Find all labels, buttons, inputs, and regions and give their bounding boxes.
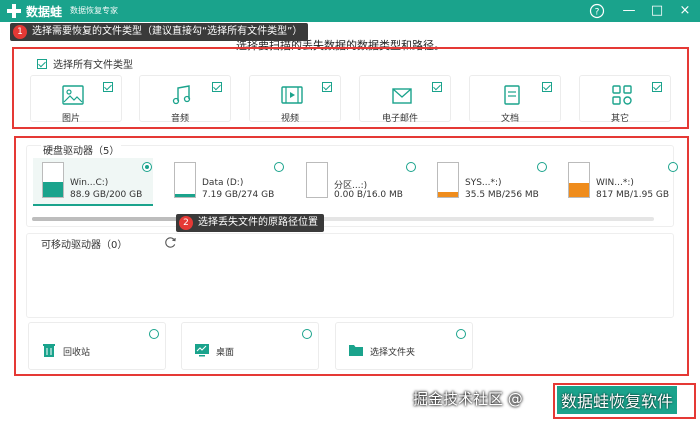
desktop-icon [195,344,209,357]
callout-step-1: 1 选择需要恢复的文件类型（建议直接勾“选择所有文件类型”） [10,23,309,41]
close-button[interactable]: × [676,2,694,20]
drive-scrollbar[interactable] [32,217,654,221]
location-desktop[interactable]: 桌面 [181,322,319,370]
app-logo-icon [7,4,21,18]
location-radio[interactable] [149,329,159,339]
hard-drive-header: 硬盘驱动器（5） [41,142,122,157]
drive-icon [42,162,64,198]
file-type-label: 图片 [61,114,80,124]
help-icon: ? [589,3,605,19]
location-recycle-bin[interactable]: 回收站 [28,322,166,370]
drive-item[interactable]: Win...C:) 88.9 GB/200 GB [42,160,162,205]
drive-size: 817 MB/1.95 GB [596,190,670,200]
location-radio[interactable] [302,329,312,339]
file-type-checkbox[interactable] [103,82,113,92]
drive-name: WIN...*:) [596,178,634,188]
select-all-types[interactable]: 选择所有文件类型 [37,56,133,71]
other-icon [612,85,632,105]
location-choose-folder[interactable]: 选择文件夹 [335,322,473,370]
file-type-other[interactable]: 其它 [579,75,671,124]
drive-usage-fill [438,192,458,197]
location-label: 回收站 [63,348,91,358]
drive-radio[interactable] [537,162,547,172]
file-type-label: 电子邮件 [381,114,418,124]
drive-usage-fill [43,182,63,197]
drive-usage-fill [569,182,589,197]
drive-size: 88.9 GB/200 GB [70,190,143,200]
callout-number: 1 [13,25,27,39]
file-type-video[interactable]: 视频 [249,75,341,124]
drive-icon [568,162,590,198]
image-icon [62,85,84,105]
folder-icon [349,345,363,356]
drive-size: 35.5 MB/256 MB [465,190,539,200]
drive-name: Data (D:) [202,178,244,188]
drive-icon [437,162,459,198]
music-icon [172,85,191,105]
select-all-label: 选择所有文件类型 [53,60,133,71]
drive-icon [306,162,328,198]
file-type-label: 文档 [500,114,519,124]
app-subtitle: 数据恢复专家 [70,6,118,15]
drive-item[interactable]: Data (D:) 7.19 GB/274 GB [174,160,294,205]
maximize-button[interactable]: □ [648,2,666,20]
svg-text:?: ? [595,8,600,18]
file-type-audio[interactable]: 音频 [139,75,231,124]
file-type-label: 视频 [280,114,299,124]
drive-item[interactable]: 分区...:) 0.00 B/16.0 MB [306,160,426,205]
drive-radio[interactable] [668,162,678,172]
drive-radio[interactable] [142,162,152,172]
removable-drive-header: 可移动驱动器（0） [41,240,128,251]
drive-size: 0.00 B/16.0 MB [334,190,403,200]
location-label: 桌面 [216,348,235,358]
minimize-button[interactable]: — [620,2,638,20]
video-icon [281,86,303,104]
scrollbar-thumb[interactable] [32,217,182,221]
file-type-checkbox[interactable] [212,82,222,92]
drive-name: Win...C:) [70,178,109,188]
callout-text: 选择丢失文件的原路径位置 [198,217,318,228]
drive-usage-fill [175,194,195,197]
file-type-checkbox[interactable] [652,82,662,92]
drive-radio[interactable] [406,162,416,172]
callout-step-2: 2 选择丢失文件的原路径位置 [176,214,324,232]
help-button[interactable]: ? [588,2,606,20]
file-type-checkbox[interactable] [432,82,442,92]
drive-item[interactable]: WIN...*:) 817 MB/1.95 GB [568,160,688,205]
file-type-label: 音频 [170,114,189,124]
file-type-image[interactable]: 图片 [30,75,122,124]
drive-size: 7.19 GB/274 GB [202,190,275,200]
watermark-brand: 数据蛙恢复软件 [557,386,678,414]
document-icon [504,85,520,105]
title-bar: 数据蛙 数据恢复专家 ? — □ × [0,0,700,22]
drive-name: SYS...*:) [465,178,502,188]
file-type-email[interactable]: 电子邮件 [359,75,451,124]
mail-icon [392,88,412,104]
file-type-checkbox[interactable] [542,82,552,92]
drive-item[interactable]: SYS...*:) 35.5 MB/256 MB [437,160,557,205]
file-type-label: 其它 [610,114,629,124]
callout-text: 选择需要恢复的文件类型（建议直接勾“选择所有文件类型”） [32,26,303,37]
location-label: 选择文件夹 [370,348,416,358]
file-type-checkbox[interactable] [322,82,332,92]
drive-radio[interactable] [274,162,284,172]
file-type-document[interactable]: 文档 [469,75,561,124]
refresh-icon[interactable] [164,236,177,249]
watermark-text: 掘金技术社区 @ [413,390,523,408]
location-radio[interactable] [456,329,466,339]
select-all-checkbox[interactable] [37,58,47,69]
recycle-bin-icon [43,344,55,357]
callout-number: 2 [179,216,193,230]
drive-icon [174,162,196,198]
app-name: 数据蛙 [26,5,63,19]
